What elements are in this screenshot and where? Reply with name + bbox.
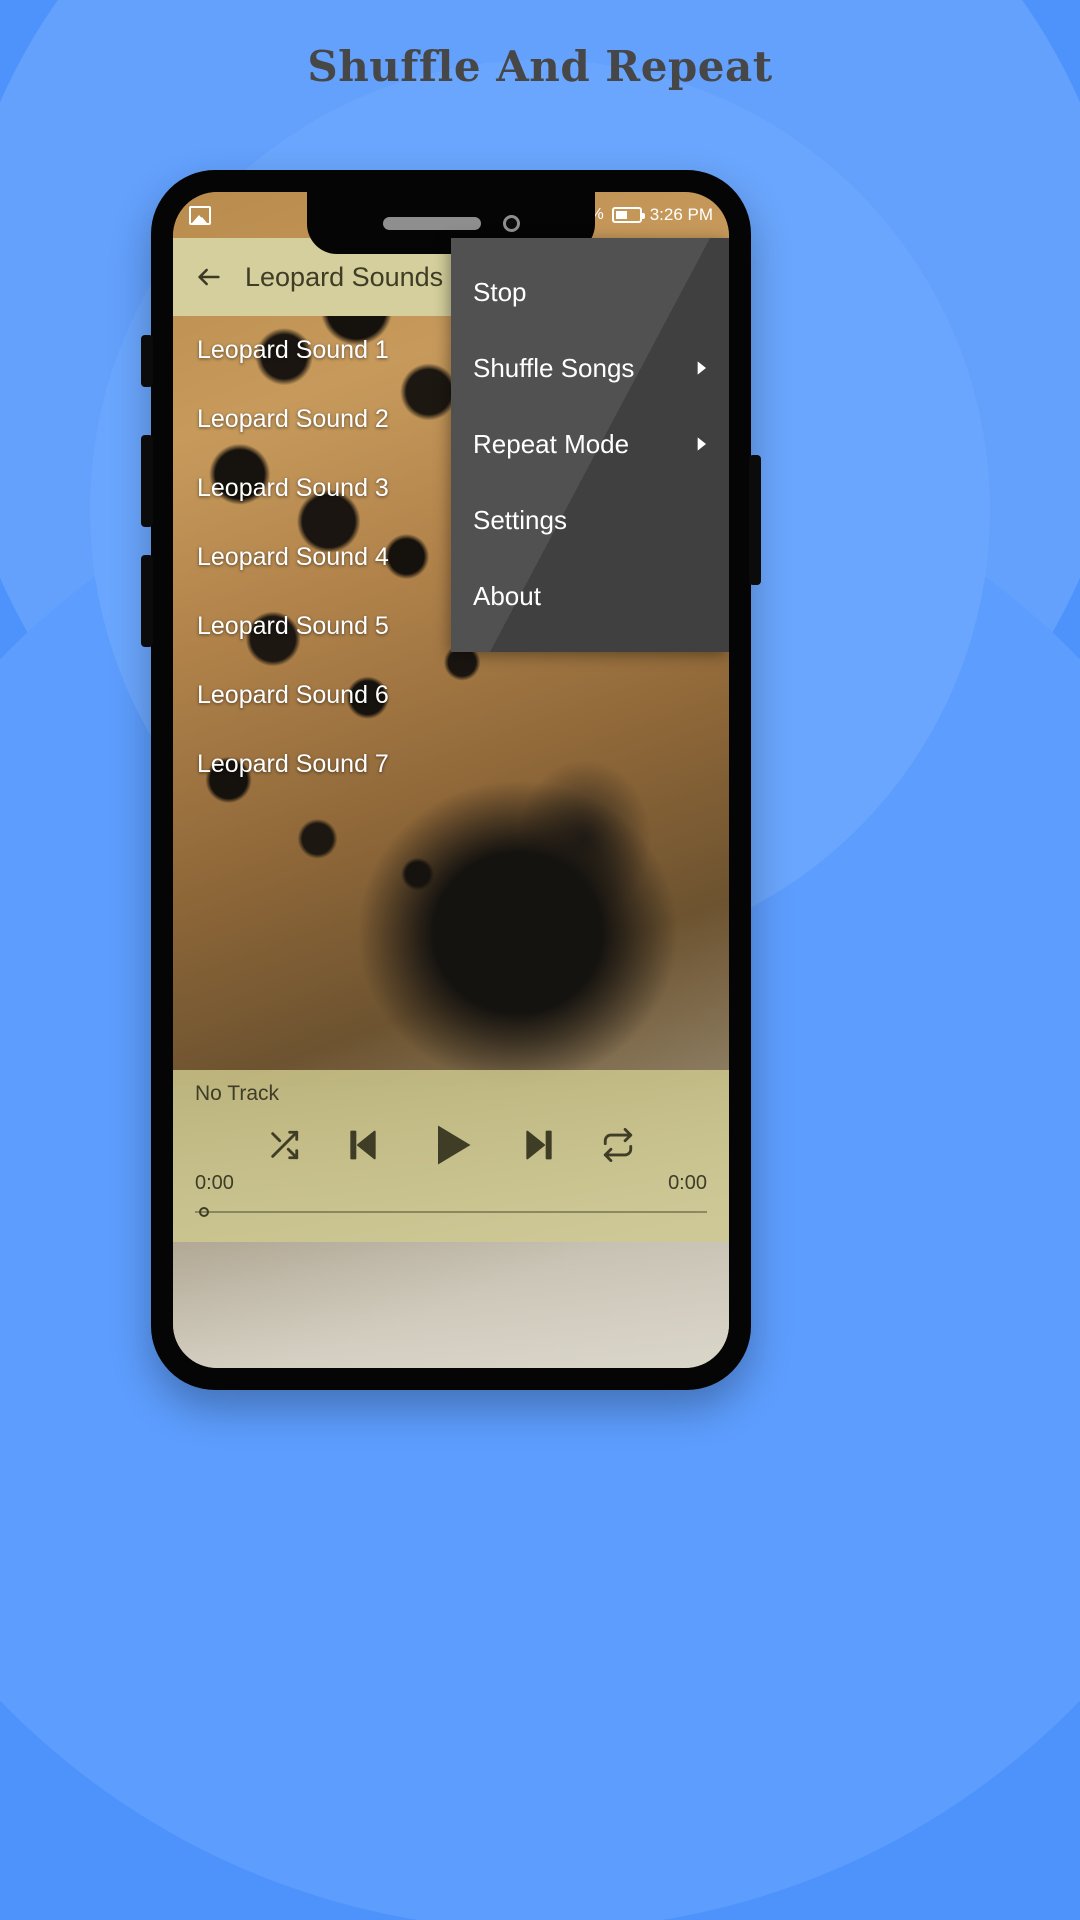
volume-up-button[interactable]: [141, 435, 153, 527]
menu-item-label: Repeat Mode: [473, 428, 630, 459]
status-bar-time: 3:26 PM: [649, 205, 713, 224]
player-track-title: No Track: [195, 1082, 280, 1105]
mute-switch[interactable]: [141, 335, 153, 387]
menu-item-repeat-mode[interactable]: Repeat Mode: [451, 406, 729, 482]
seek-bar-track: [195, 1211, 707, 1213]
front-camera: [502, 214, 520, 232]
chevron-right-icon: [691, 358, 711, 378]
seek-bar[interactable]: [195, 1207, 707, 1217]
list-item-label: Leopard Sound 5: [197, 612, 389, 640]
menu-item-label: About: [473, 580, 541, 611]
menu-item-stop[interactable]: Stop: [451, 254, 729, 330]
list-item[interactable]: Leopard Sound 7: [173, 730, 729, 799]
menu-item-label: Settings: [473, 504, 567, 535]
menu-item-shuffle-songs[interactable]: Shuffle Songs: [451, 330, 729, 406]
player-times: 0:00 0:00: [195, 1172, 707, 1195]
total-time-label: 0:00: [668, 1172, 707, 1194]
play-icon[interactable]: [425, 1119, 477, 1171]
list-item[interactable]: Leopard Sound 6: [173, 661, 729, 730]
list-item-label: Leopard Sound 3: [197, 474, 389, 502]
menu-item-label: Shuffle Songs: [473, 352, 635, 383]
phone-screen: Leopard Sound 1 Leopard Sound 2 Leopard …: [173, 192, 729, 1368]
overflow-menu: Stop Shuffle Songs Repeat Mode Settings …: [451, 238, 729, 652]
battery-icon: [611, 207, 645, 223]
menu-item-label: Stop: [473, 276, 527, 307]
volume-down-button[interactable]: [141, 555, 153, 647]
list-item-label: Leopard Sound 1: [197, 336, 389, 364]
menu-item-settings[interactable]: Settings: [451, 482, 729, 558]
back-arrow-icon[interactable]: [187, 255, 231, 299]
phone-mockup: Leopard Sound 1 Leopard Sound 2 Leopard …: [141, 170, 761, 1390]
next-track-icon[interactable]: [519, 1125, 559, 1165]
speaker-grille: [382, 216, 481, 230]
repeat-icon[interactable]: [601, 1128, 635, 1162]
previous-track-icon[interactable]: [343, 1125, 383, 1165]
list-item-label: Leopard Sound 7: [197, 750, 389, 778]
list-item-label: Leopard Sound 4: [197, 543, 389, 571]
photo-icon: [189, 205, 211, 225]
player-controls: [195, 1114, 707, 1176]
chevron-right-icon: [691, 434, 711, 454]
seek-bar-thumb[interactable]: [199, 1207, 209, 1217]
elapsed-time-label: 0:00: [195, 1172, 234, 1194]
shuffle-icon[interactable]: [267, 1128, 301, 1162]
menu-item-about[interactable]: About: [451, 558, 729, 634]
power-button[interactable]: [749, 455, 761, 585]
player-bar: No Track 0:00 0:00: [173, 1070, 729, 1242]
page-title: Shuffle And Repeat: [307, 42, 773, 91]
list-item-label: Leopard Sound 6: [197, 681, 389, 709]
app-bar-title: Leopard Sounds: [245, 261, 444, 292]
list-item-label: Leopard Sound 2: [197, 405, 389, 433]
